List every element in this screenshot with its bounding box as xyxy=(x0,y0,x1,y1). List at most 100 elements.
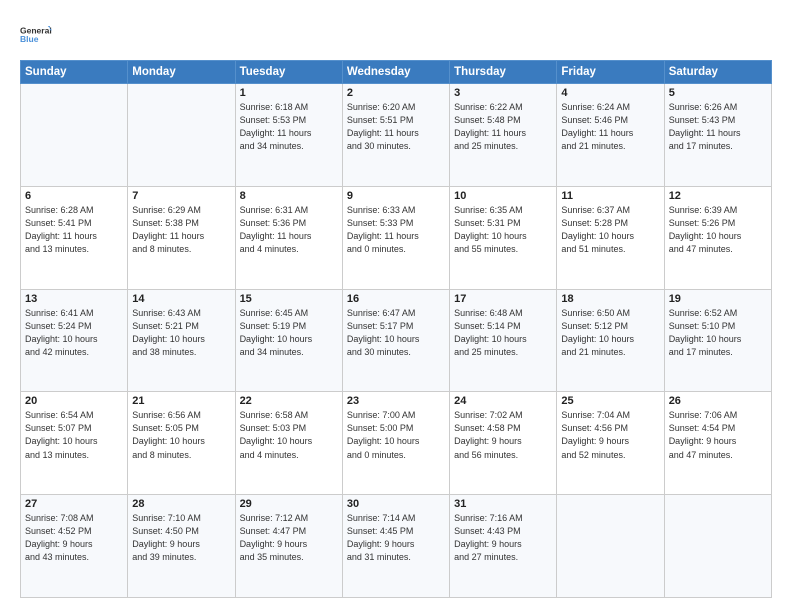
day-detail: Sunrise: 6:41 AM Sunset: 5:24 PM Dayligh… xyxy=(25,307,123,359)
day-detail: Sunrise: 7:10 AM Sunset: 4:50 PM Dayligh… xyxy=(132,512,230,564)
day-detail: Sunrise: 6:48 AM Sunset: 5:14 PM Dayligh… xyxy=(454,307,552,359)
calendar-cell: 9Sunrise: 6:33 AM Sunset: 5:33 PM Daylig… xyxy=(342,186,449,289)
calendar-cell: 27 Sunrise: 7:08 AM Sunset: 4:52 PM Dayli… xyxy=(21,495,128,598)
calendar-cell: 4 Sunrise: 6:24 AM Sunset: 5:46 PM Daylig… xyxy=(557,84,664,187)
day-number: 20 xyxy=(25,395,123,407)
calendar-cell: 12 Sunrise: 6:39 AM Sunset: 5:26 PM Dayli… xyxy=(664,186,771,289)
day-number: 12 xyxy=(669,190,767,202)
day-number: 19 xyxy=(669,293,767,305)
day-detail: Sunrise: 6:47 AM Sunset: 5:17 PM Dayligh… xyxy=(347,307,445,359)
day-number: 29 xyxy=(240,498,338,510)
calendar-cell: 26 Sunrise: 7:06 AM Sunset: 4:54 PM Dayli… xyxy=(664,392,771,495)
day-detail: Sunrise: 6:37 AM Sunset: 5:28 PM Dayligh… xyxy=(561,204,659,256)
day-number: 11 xyxy=(561,190,659,202)
calendar-cell: 8Sunrise: 6:31 AM Sunset: 5:36 PM Daylig… xyxy=(235,186,342,289)
svg-text:Blue: Blue xyxy=(20,34,39,44)
day-detail: Sunrise: 6:29 AM Sunset: 5:38 PM Dayligh… xyxy=(132,204,230,256)
day-number: 13 xyxy=(25,293,123,305)
calendar-cell: 16 Sunrise: 6:47 AM Sunset: 5:17 PM Dayli… xyxy=(342,289,449,392)
calendar-cell: 31 Sunrise: 7:16 AM Sunset: 4:43 PM Dayli… xyxy=(450,495,557,598)
day-detail: Sunrise: 6:35 AM Sunset: 5:31 PM Dayligh… xyxy=(454,204,552,256)
page: General Blue SundayMondayTuesdayWednesda… xyxy=(0,0,792,612)
day-detail: Sunrise: 6:56 AM Sunset: 5:05 PM Dayligh… xyxy=(132,409,230,461)
calendar-cell: 5 Sunrise: 6:26 AM Sunset: 5:43 PM Daylig… xyxy=(664,84,771,187)
weekday-header-sunday: Sunday xyxy=(21,61,128,84)
day-number: 18 xyxy=(561,293,659,305)
day-number: 31 xyxy=(454,498,552,510)
calendar-cell: 14 Sunrise: 6:43 AM Sunset: 5:21 PM Dayli… xyxy=(128,289,235,392)
day-number: 8 xyxy=(240,190,338,202)
day-detail: Sunrise: 6:33 AM Sunset: 5:33 PM Dayligh… xyxy=(347,204,445,256)
calendar-week-3: 13 Sunrise: 6:41 AM Sunset: 5:24 PM Dayli… xyxy=(21,289,772,392)
day-number: 5 xyxy=(669,87,767,99)
day-number: 7 xyxy=(132,190,230,202)
day-detail: Sunrise: 6:54 AM Sunset: 5:07 PM Dayligh… xyxy=(25,409,123,461)
day-detail: Sunrise: 6:20 AM Sunset: 5:51 PM Dayligh… xyxy=(347,101,445,153)
calendar-cell: 7 Sunrise: 6:29 AM Sunset: 5:38 PM Daylig… xyxy=(128,186,235,289)
day-number: 17 xyxy=(454,293,552,305)
weekday-header-friday: Friday xyxy=(557,61,664,84)
day-number: 6 xyxy=(25,190,123,202)
calendar-cell: 20 Sunrise: 6:54 AM Sunset: 5:07 PM Dayli… xyxy=(21,392,128,495)
calendar-cell: 28Sunrise: 7:10 AM Sunset: 4:50 PM Dayli… xyxy=(128,495,235,598)
day-number: 10 xyxy=(454,190,552,202)
day-detail: Sunrise: 7:08 AM Sunset: 4:52 PM Dayligh… xyxy=(25,512,123,564)
day-number: 14 xyxy=(132,293,230,305)
day-detail: Sunrise: 7:00 AM Sunset: 5:00 PM Dayligh… xyxy=(347,409,445,461)
day-number: 30 xyxy=(347,498,445,510)
calendar-week-1: 1 Sunrise: 6:18 AM Sunset: 5:53 PM Daylig… xyxy=(21,84,772,187)
calendar-cell: 23 Sunrise: 7:00 AM Sunset: 5:00 PM Dayli… xyxy=(342,392,449,495)
calendar-table: SundayMondayTuesdayWednesdayThursdayFrid… xyxy=(20,60,772,598)
weekday-header-saturday: Saturday xyxy=(664,61,771,84)
weekday-header-wednesday: Wednesday xyxy=(342,61,449,84)
calendar-cell: 13 Sunrise: 6:41 AM Sunset: 5:24 PM Dayli… xyxy=(21,289,128,392)
day-detail: Sunrise: 7:16 AM Sunset: 4:43 PM Dayligh… xyxy=(454,512,552,564)
day-detail: Sunrise: 6:52 AM Sunset: 5:10 PM Dayligh… xyxy=(669,307,767,359)
day-number: 26 xyxy=(669,395,767,407)
weekday-header-thursday: Thursday xyxy=(450,61,557,84)
calendar-cell: 21 Sunrise: 6:56 AM Sunset: 5:05 PM Dayli… xyxy=(128,392,235,495)
calendar-cell: 3Sunrise: 6:22 AM Sunset: 5:48 PM Daylig… xyxy=(450,84,557,187)
day-detail: Sunrise: 6:43 AM Sunset: 5:21 PM Dayligh… xyxy=(132,307,230,359)
day-number: 27 xyxy=(25,498,123,510)
day-number: 21 xyxy=(132,395,230,407)
day-number: 24 xyxy=(454,395,552,407)
day-detail: Sunrise: 6:58 AM Sunset: 5:03 PM Dayligh… xyxy=(240,409,338,461)
calendar-cell: 22 Sunrise: 6:58 AM Sunset: 5:03 PM Dayli… xyxy=(235,392,342,495)
day-detail: Sunrise: 6:45 AM Sunset: 5:19 PM Dayligh… xyxy=(240,307,338,359)
calendar-cell xyxy=(557,495,664,598)
day-detail: Sunrise: 6:24 AM Sunset: 5:46 PM Dayligh… xyxy=(561,101,659,153)
calendar-cell: 24Sunrise: 7:02 AM Sunset: 4:58 PM Dayli… xyxy=(450,392,557,495)
day-detail: Sunrise: 7:14 AM Sunset: 4:45 PM Dayligh… xyxy=(347,512,445,564)
day-detail: Sunrise: 6:26 AM Sunset: 5:43 PM Dayligh… xyxy=(669,101,767,153)
logo-svg: General Blue xyxy=(20,18,52,50)
calendar-cell: 29Sunrise: 7:12 AM Sunset: 4:47 PM Dayli… xyxy=(235,495,342,598)
weekday-header-monday: Monday xyxy=(128,61,235,84)
day-detail: Sunrise: 6:18 AM Sunset: 5:53 PM Dayligh… xyxy=(240,101,338,153)
day-detail: Sunrise: 7:06 AM Sunset: 4:54 PM Dayligh… xyxy=(669,409,767,461)
day-detail: Sunrise: 7:04 AM Sunset: 4:56 PM Dayligh… xyxy=(561,409,659,461)
calendar-week-2: 6Sunrise: 6:28 AM Sunset: 5:41 PM Daylig… xyxy=(21,186,772,289)
calendar-cell xyxy=(128,84,235,187)
calendar-cell xyxy=(664,495,771,598)
weekday-header-row: SundayMondayTuesdayWednesdayThursdayFrid… xyxy=(21,61,772,84)
day-number: 4 xyxy=(561,87,659,99)
day-number: 23 xyxy=(347,395,445,407)
day-number: 1 xyxy=(240,87,338,99)
day-number: 3 xyxy=(454,87,552,99)
day-number: 2 xyxy=(347,87,445,99)
logo: General Blue xyxy=(20,18,52,50)
day-number: 16 xyxy=(347,293,445,305)
day-number: 25 xyxy=(561,395,659,407)
calendar-cell: 19 Sunrise: 6:52 AM Sunset: 5:10 PM Dayli… xyxy=(664,289,771,392)
day-number: 22 xyxy=(240,395,338,407)
day-number: 15 xyxy=(240,293,338,305)
calendar-cell: 1 Sunrise: 6:18 AM Sunset: 5:53 PM Daylig… xyxy=(235,84,342,187)
header: General Blue xyxy=(20,18,772,50)
day-detail: Sunrise: 6:39 AM Sunset: 5:26 PM Dayligh… xyxy=(669,204,767,256)
calendar-week-5: 27 Sunrise: 7:08 AM Sunset: 4:52 PM Dayli… xyxy=(21,495,772,598)
weekday-header-tuesday: Tuesday xyxy=(235,61,342,84)
calendar-cell: 17 Sunrise: 6:48 AM Sunset: 5:14 PM Dayli… xyxy=(450,289,557,392)
calendar-cell: 30 Sunrise: 7:14 AM Sunset: 4:45 PM Dayli… xyxy=(342,495,449,598)
calendar-cell: 10 Sunrise: 6:35 AM Sunset: 5:31 PM Dayli… xyxy=(450,186,557,289)
